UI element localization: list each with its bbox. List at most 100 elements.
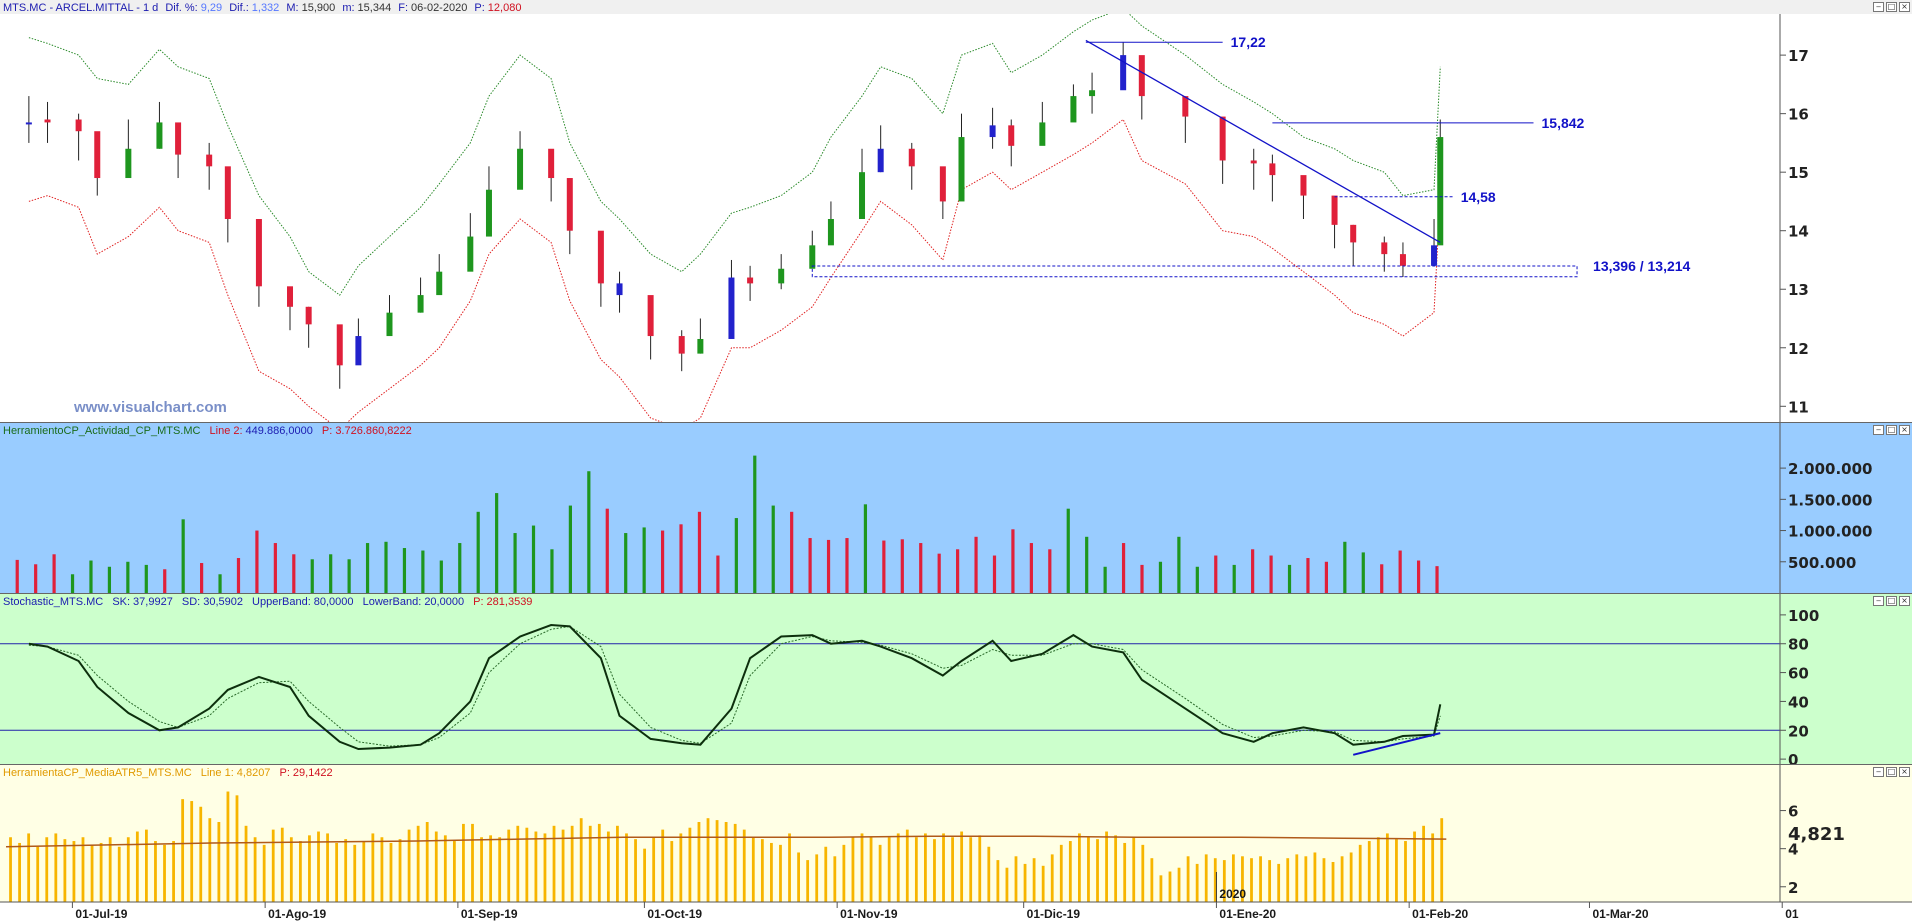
atr-bar	[507, 829, 511, 902]
atr-bar	[733, 823, 737, 902]
volume-bar	[826, 539, 831, 593]
atr-bar	[1204, 854, 1208, 902]
volume-bar	[1214, 555, 1218, 593]
atr-title: HerramientaCP_MediaATR5_MTS.MC Line 1: 4,…	[3, 767, 333, 779]
atr-bar	[99, 842, 103, 902]
price-y-tick-label: 15	[1788, 164, 1809, 182]
atr-bar	[226, 791, 230, 902]
volume-y-tick-label: 2.000.000	[1788, 460, 1872, 478]
atr-bar	[1385, 833, 1389, 902]
volume-bar	[273, 543, 277, 593]
atr-bar	[1431, 833, 1435, 902]
atr-bar	[371, 833, 375, 902]
atr-bar	[860, 833, 864, 902]
atr-bar	[1005, 867, 1009, 902]
atr-bar	[1395, 839, 1398, 902]
atr-bar	[742, 829, 746, 902]
chart-canvas: MTS.MC - ARCEL.MITTAL - 1 d Dif. %: 9,29 …	[0, 0, 1912, 922]
volume-maximize-button[interactable]: □	[1886, 425, 1897, 435]
volume-bar	[624, 533, 628, 593]
atr-bar	[1096, 839, 1099, 902]
candle-body	[25, 122, 32, 125]
volume-bar	[1343, 541, 1347, 593]
atr-bar	[126, 837, 130, 902]
atr-bar	[697, 822, 701, 902]
x-axis-label: 01-Dic-19	[1027, 907, 1081, 921]
volume-bar	[439, 560, 443, 593]
candle-body	[467, 236, 474, 272]
resistance-label: 15,842	[1542, 115, 1585, 131]
atr-bar	[1068, 841, 1072, 902]
stochastic-maximize-button[interactable]: □	[1886, 596, 1897, 606]
atr-bar	[625, 833, 628, 902]
price-close-button[interactable]: ×	[1899, 2, 1910, 12]
atr-bar	[45, 837, 49, 902]
volume-bar	[365, 543, 370, 593]
volume-bar	[52, 554, 56, 593]
atr-bar	[996, 860, 1000, 902]
atr-bar	[1304, 856, 1308, 902]
atr-bar	[1014, 856, 1018, 902]
price-minimize-button[interactable]: ‒	[1873, 2, 1884, 12]
volume-bar	[697, 511, 702, 593]
volume-bar	[550, 549, 554, 593]
atr-bar	[1177, 867, 1181, 902]
atr-maximize-button[interactable]: □	[1886, 767, 1897, 777]
atr-bar	[1032, 858, 1036, 902]
atr-bar	[471, 823, 474, 902]
volume-bar	[218, 574, 222, 593]
volume-bar	[34, 564, 38, 593]
volume-bar	[568, 505, 572, 593]
atr-bar	[1322, 858, 1326, 902]
atr-plot-area[interactable]	[0, 779, 1912, 902]
atr-bar	[1340, 856, 1344, 902]
volume-plot-area[interactable]	[0, 437, 1912, 593]
stochastic-close-button[interactable]: ×	[1899, 596, 1910, 606]
atr-bar	[1168, 871, 1172, 902]
atr-bar	[335, 842, 339, 902]
atr-bar	[815, 854, 819, 902]
atr-bar	[1159, 875, 1163, 902]
atr-bar	[1150, 858, 1154, 902]
volume-close-button[interactable]: ×	[1899, 425, 1910, 435]
atr-bar	[833, 856, 837, 902]
candle-body	[355, 336, 362, 366]
volume-bar	[992, 555, 997, 593]
atr-bar	[235, 795, 239, 902]
volume-bar	[937, 553, 941, 593]
stochastic-y-tick-label: 100	[1788, 607, 1819, 625]
atr-bar	[1195, 863, 1199, 902]
volume-bar	[771, 505, 775, 593]
atr-bar	[72, 841, 76, 902]
stochastic-title: Stochastic_MTS.MC SK: 37,9927 SD: 30,5902 …	[3, 596, 532, 608]
atr-bar	[951, 837, 954, 902]
price-maximize-button[interactable]: □	[1886, 2, 1897, 12]
price-plot-area[interactable]	[0, 14, 1912, 422]
volume-bar	[329, 554, 333, 593]
candle-body	[597, 230, 604, 284]
candle-body	[1089, 90, 1096, 97]
year-marker-label: 2020	[1219, 887, 1246, 901]
volume-bar	[1287, 564, 1292, 593]
atr-bar	[308, 835, 311, 902]
x-axis-label: 01-Ene-20	[1219, 907, 1276, 921]
volume-y-tick-label: 1.500.000	[1788, 491, 1872, 509]
volume-bar	[255, 530, 259, 593]
volume-minimize-button[interactable]: ‒	[1873, 425, 1884, 435]
volume-bar	[384, 541, 388, 593]
atr-bar	[824, 846, 828, 902]
atr-bar	[81, 837, 85, 902]
atr-bar	[597, 823, 601, 902]
volume-bar	[1029, 543, 1033, 593]
volume-pane: HerramientoCP_Actividad_CP_MTS.MC Line 2…	[0, 423, 1912, 593]
x-axis-label: 01-Nov-19	[840, 907, 898, 921]
atr-minimize-button[interactable]: ‒	[1873, 767, 1884, 777]
candle-body	[175, 122, 182, 155]
volume-bar	[679, 524, 683, 593]
volume-bar	[845, 538, 849, 593]
atr-close-button[interactable]: ×	[1899, 767, 1910, 777]
atr-bar	[1358, 844, 1362, 902]
atr-bar	[579, 818, 583, 902]
candle-body	[1437, 137, 1444, 246]
stochastic-minimize-button[interactable]: ‒	[1873, 596, 1884, 606]
